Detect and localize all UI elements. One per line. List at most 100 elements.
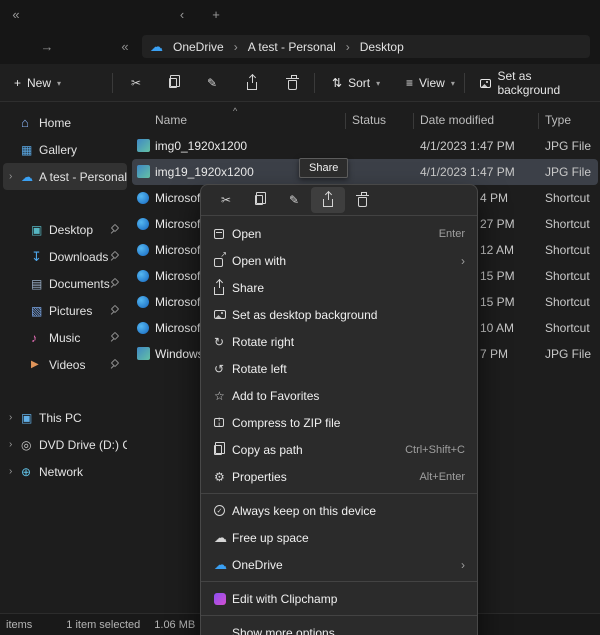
file-row-selected[interactable]: img19_1920x1200 4/1/2023 1:47 PM JPG Fil… [132, 159, 598, 185]
tab-scroll-right-icon[interactable] [172, 4, 192, 24]
menu-item-free-up-space[interactable]: Free up space [201, 524, 477, 551]
rename-button[interactable] [277, 187, 311, 213]
share-button[interactable] [236, 69, 268, 97]
column-separator[interactable] [413, 113, 414, 129]
menu-item-show-more-options[interactable]: Show more options [201, 619, 477, 635]
shortcut-file-icon [137, 192, 149, 204]
cut-button[interactable] [209, 187, 243, 213]
network-icon [21, 465, 39, 479]
submenu-chevron-icon [461, 254, 465, 268]
sidebar-item-pictures[interactable]: Pictures [3, 297, 127, 324]
rename-icon [289, 193, 299, 207]
expand-chevron-icon[interactable] [9, 466, 21, 477]
expand-chevron-icon[interactable] [9, 412, 21, 423]
sidebar-item-gallery[interactable]: Gallery [3, 136, 127, 163]
sidebar-item-dvd-drive[interactable]: DVD Drive (D:) CCC [3, 431, 127, 458]
menu-item-properties[interactable]: Properties Alt+Enter [201, 463, 477, 490]
documents-icon [31, 277, 49, 291]
set-as-background-button[interactable]: Set as background [472, 69, 600, 97]
menu-item-add-to-favorites[interactable]: Add to Favorites [201, 382, 477, 409]
sidebar-item-this-pc[interactable]: This PC [3, 404, 127, 431]
file-explorer-window: OneDrive A test - Personal Desktop New S… [0, 0, 600, 635]
menu-item-compress-to-zip[interactable]: Compress to ZIP file [201, 409, 477, 436]
sidebar-item-desktop[interactable]: Desktop [3, 216, 127, 243]
expand-chevron-icon[interactable] [9, 439, 21, 450]
sidebar-item-music[interactable]: Music [3, 324, 127, 351]
delete-button[interactable] [276, 69, 308, 97]
pin-icon [111, 279, 119, 288]
view-button[interactable]: View [398, 69, 463, 97]
column-separator[interactable] [538, 113, 539, 129]
column-header-date-modified[interactable]: Date modified [420, 113, 494, 127]
menu-separator [201, 581, 477, 582]
sidebar-item-home[interactable]: Home [3, 109, 127, 136]
trash-icon [288, 80, 297, 90]
sidebar-item-videos[interactable]: Videos [3, 351, 127, 378]
sidebar-item-documents[interactable]: Documents [3, 270, 127, 297]
menu-item-copy-as-path[interactable]: Copy as path Ctrl+Shift+C [201, 436, 477, 463]
menu-separator [201, 615, 477, 616]
breadcrumb-item-desktop[interactable]: Desktop [356, 38, 408, 56]
menu-item-set-as-desktop-background[interactable]: Set as desktop background [201, 301, 477, 328]
new-button-label: New [27, 76, 51, 90]
chevron-down-icon [376, 79, 380, 88]
pin-icon [111, 333, 119, 342]
breadcrumb: OneDrive A test - Personal Desktop [142, 35, 590, 58]
rename-button[interactable] [196, 69, 228, 97]
column-header-name[interactable]: Name [155, 113, 187, 127]
command-toolbar: New Sort View Set as background [0, 64, 600, 102]
view-button-label: View [419, 76, 445, 90]
copy-button[interactable] [243, 187, 277, 213]
sort-ascending-icon [233, 106, 237, 116]
menu-item-rotate-left[interactable]: Rotate left [201, 355, 477, 382]
sidebar-item-downloads[interactable]: Downloads [3, 243, 127, 270]
scissors-icon [131, 76, 141, 90]
trash-icon [358, 197, 367, 207]
share-icon [214, 287, 224, 295]
copy-icon [169, 78, 177, 88]
open-with-icon [214, 258, 223, 267]
chevron-right-icon [346, 40, 350, 54]
zip-archive-icon [214, 418, 224, 427]
breadcrumb-item-onedrive[interactable]: OneDrive [169, 38, 228, 56]
column-header-type[interactable]: Type [545, 113, 571, 127]
forward-arrow-icon[interactable] [36, 35, 58, 57]
new-tab-button[interactable] [206, 4, 226, 24]
menu-item-rotate-right[interactable]: Rotate right [201, 328, 477, 355]
cut-button[interactable] [120, 69, 152, 97]
tab-scroll-left-icon[interactable] [6, 4, 26, 24]
toolbar-separator [112, 73, 113, 93]
sidebar-item-a-test-personal[interactable]: A test - Personal [3, 163, 127, 190]
pictures-icon [31, 304, 49, 318]
copy-button[interactable] [158, 69, 190, 97]
sidebar-item-network[interactable]: Network [3, 458, 127, 485]
share-tooltip: Share [299, 158, 348, 178]
column-header-status[interactable]: Status [352, 113, 386, 127]
items-count-text: items [6, 619, 32, 631]
menu-item-onedrive[interactable]: OneDrive [201, 551, 477, 578]
shortcut-file-icon [137, 322, 149, 334]
menu-item-share[interactable]: Share [201, 274, 477, 301]
dvd-disc-icon [21, 438, 39, 452]
share-icon [323, 199, 333, 207]
menu-item-open-with[interactable]: Open with [201, 247, 477, 274]
new-button[interactable]: New [6, 69, 69, 97]
computer-icon [21, 411, 39, 425]
menu-item-open[interactable]: Open Enter [201, 220, 477, 247]
shortcut-file-icon [137, 244, 149, 256]
breadcrumb-overflow-icon[interactable] [114, 35, 136, 57]
delete-button[interactable] [345, 187, 379, 213]
sort-button[interactable]: Sort [324, 69, 388, 97]
chevron-right-icon [234, 40, 238, 54]
share-button[interactable] [311, 187, 345, 213]
view-lines-icon [406, 76, 413, 90]
rotate-left-icon [214, 362, 232, 376]
menu-separator [201, 493, 477, 494]
expand-chevron-icon[interactable] [9, 171, 21, 182]
file-row[interactable]: img0_1920x1200 4/1/2023 1:47 PM JPG File [130, 133, 600, 159]
star-icon [214, 389, 232, 403]
breadcrumb-item-a-test-personal[interactable]: A test - Personal [244, 38, 340, 56]
menu-item-edit-with-clipchamp[interactable]: Edit with Clipchamp [201, 585, 477, 612]
menu-item-always-keep-on-device[interactable]: Always keep on this device [201, 497, 477, 524]
column-separator[interactable] [345, 113, 346, 129]
